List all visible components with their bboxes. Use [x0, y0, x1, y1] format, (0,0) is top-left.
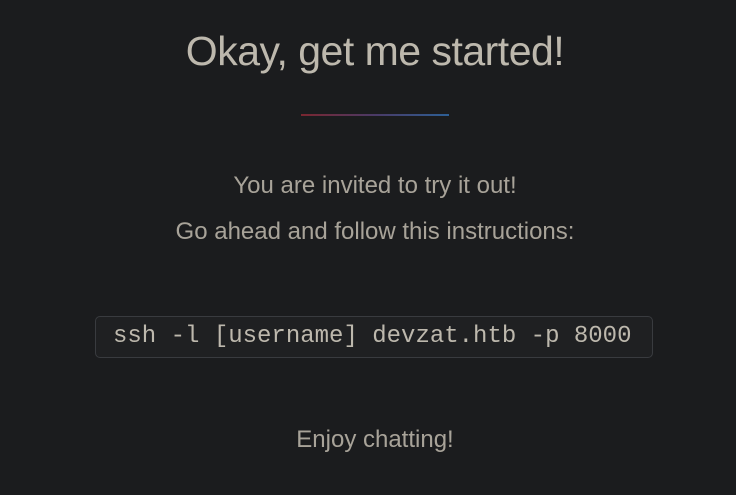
closing-text: Enjoy chatting! [296, 426, 454, 453]
ssh-command-code: ssh -l [username] devzat.htb -p 8000 [95, 316, 653, 358]
instruction-text: Go ahead and follow this instructions: [175, 218, 575, 245]
title-divider [301, 114, 449, 116]
get-started-section: Okay, get me started! You are invited to… [0, 0, 736, 495]
invite-text: You are invited to try it out! [233, 172, 517, 199]
page-title: Okay, get me started! [185, 28, 565, 74]
